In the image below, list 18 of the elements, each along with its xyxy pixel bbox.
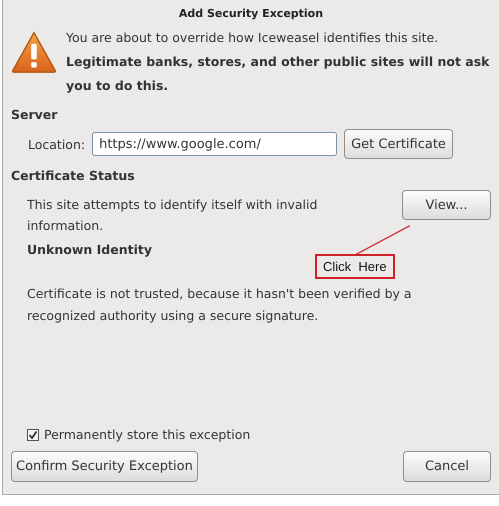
issue-description: Certificate is not trusted, because it hasn't been verified by a recognized authority using a secure signature. bbox=[27, 285, 413, 325]
annotation-callout: Click Here bbox=[315, 254, 395, 279]
section-heading: Certificate Status bbox=[11, 168, 136, 183]
cancel-button[interactable]: Cancel bbox=[403, 451, 491, 482]
warning-note: Legitimate banks, stores, and other public sites will not ask you to do this. bbox=[66, 53, 490, 95]
location-field[interactable]: https://www.google.com/ bbox=[92, 132, 338, 156]
issue-title: Unknown Identity bbox=[27, 242, 154, 257]
get-certificate-button[interactable]: Get Certificate bbox=[344, 129, 453, 159]
view-button[interactable]: View... bbox=[402, 190, 491, 220]
warning-icon bbox=[11, 30, 57, 74]
status-description: This site attempts to identify itself with invalid information. bbox=[27, 196, 318, 235]
warning-message: You are about to override how Iceweasel identifies this site. bbox=[66, 29, 440, 47]
confirm-button[interactable]: Confirm Security Exception bbox=[11, 451, 198, 482]
section-heading: Server bbox=[11, 107, 58, 122]
window-title: Add Security Exception bbox=[178, 6, 324, 22]
location-label: Location: bbox=[28, 136, 86, 152]
checkbox[interactable] bbox=[27, 428, 39, 440]
checkbox-label: Permanently store this exception bbox=[44, 427, 250, 442]
